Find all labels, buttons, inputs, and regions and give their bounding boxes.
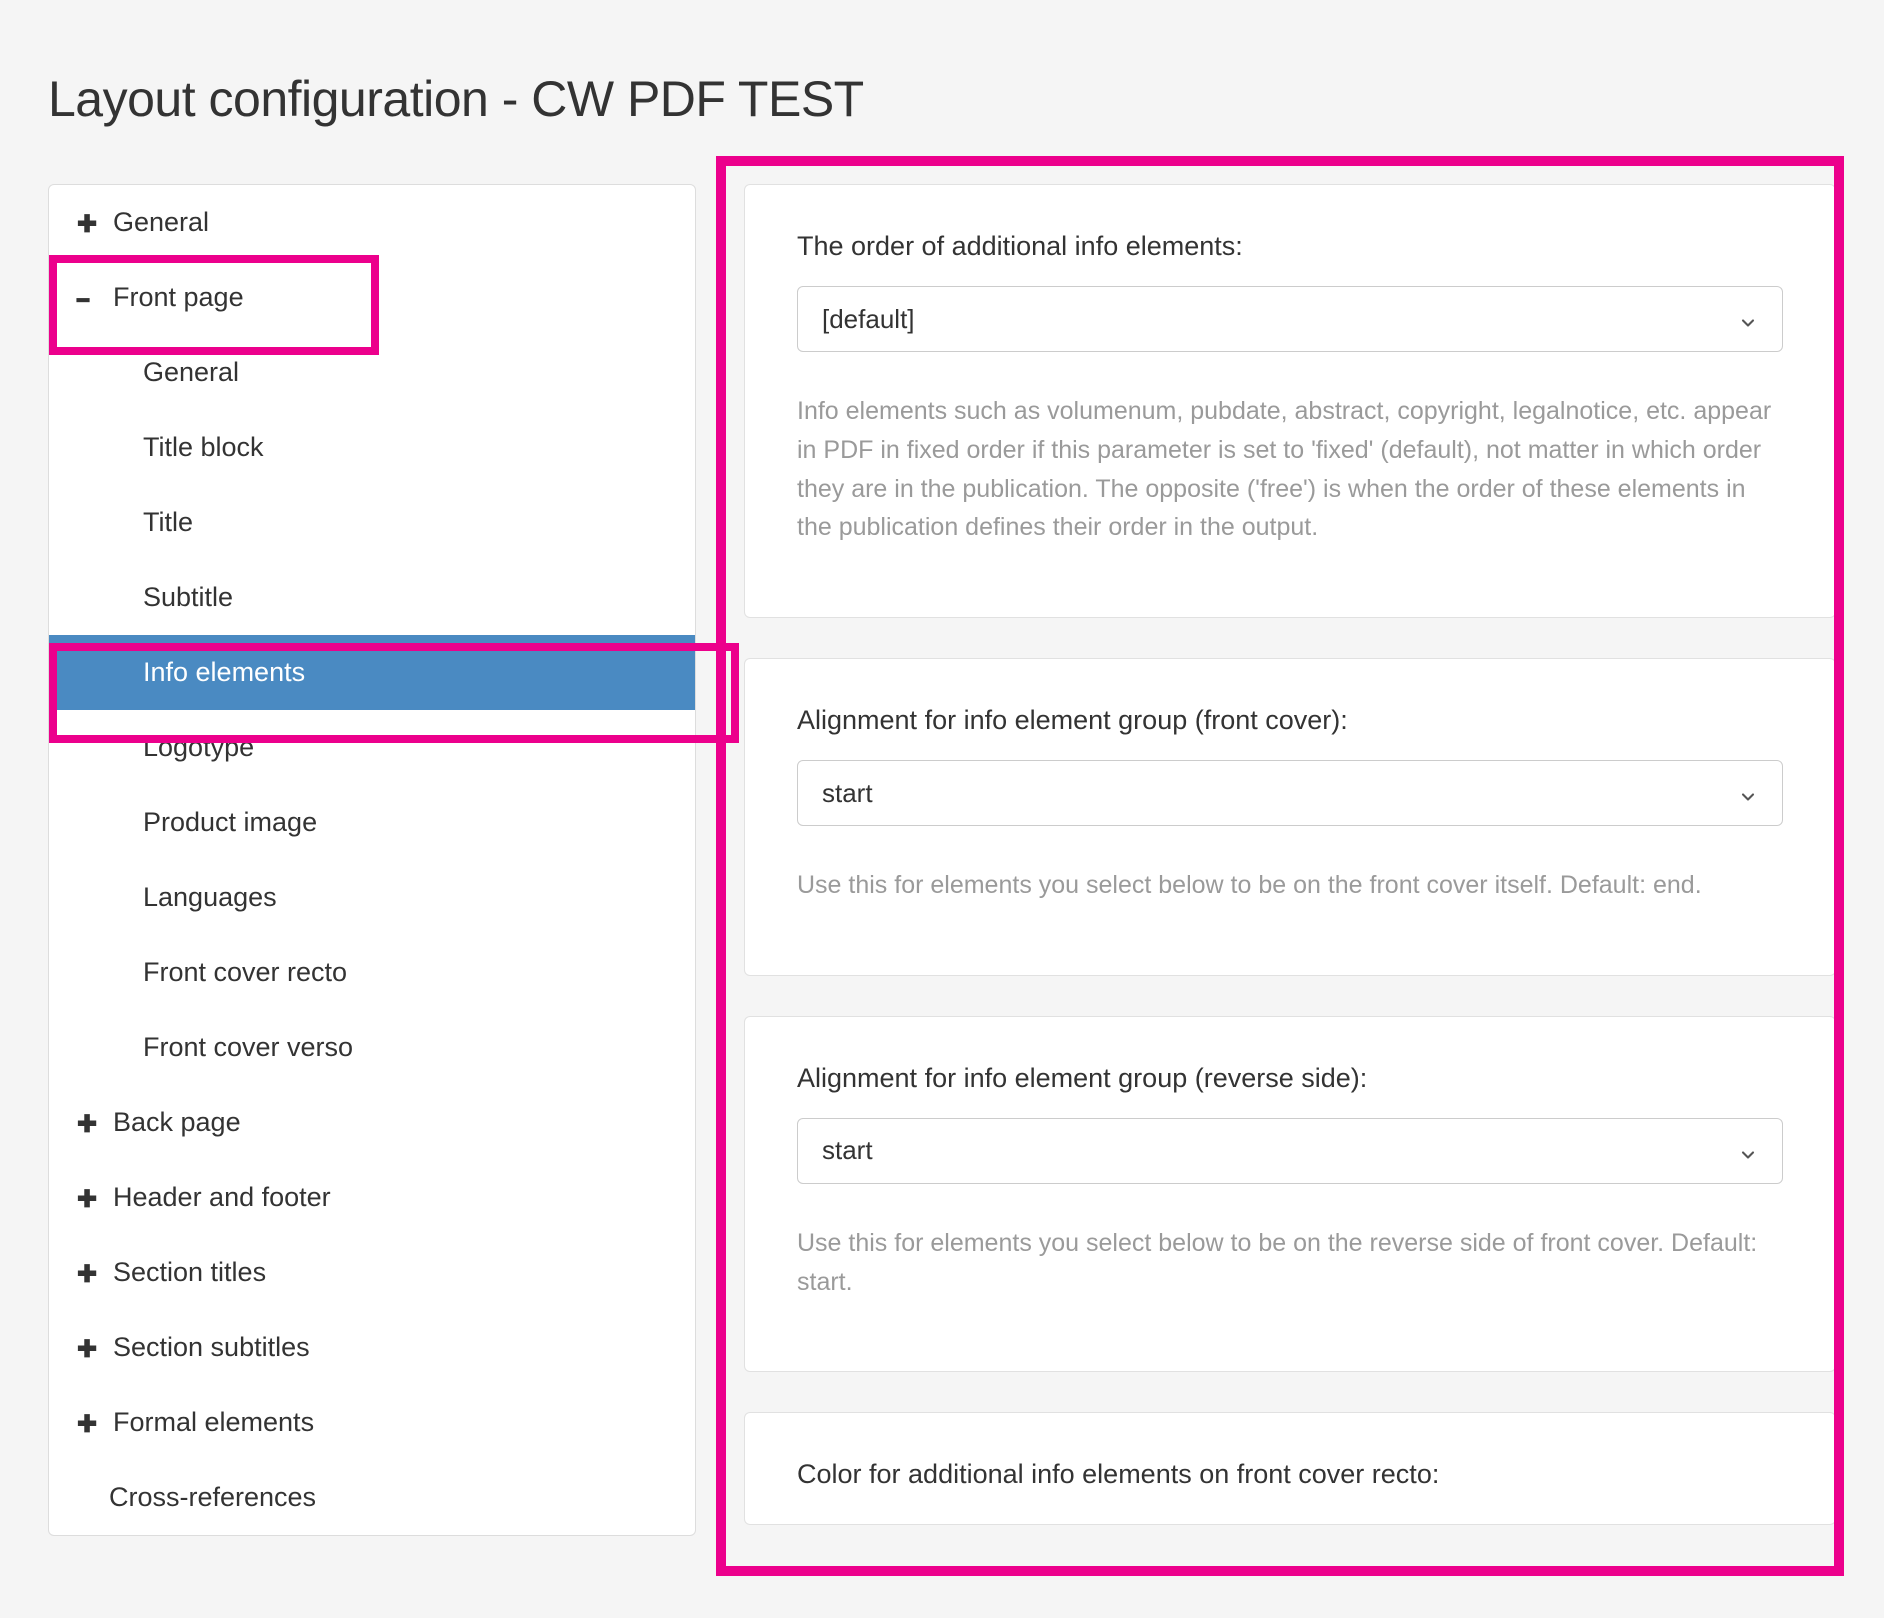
sidebar-item-label: Front cover verso	[143, 1032, 353, 1062]
select-value: start	[822, 778, 873, 809]
card-color-info-elements-recto: Color for additional info elements on fr…	[744, 1412, 1836, 1525]
page-title: Layout configuration - CW PDF TEST	[48, 70, 1836, 128]
select-alignment-reverse-side[interactable]: start	[797, 1118, 1783, 1184]
sidebar-sub-general[interactable]: General	[49, 335, 695, 410]
sidebar-item-cross-references[interactable]: Cross-references	[49, 1460, 695, 1535]
sidebar-sub-logotype[interactable]: Logotype	[49, 710, 695, 785]
select-value: start	[822, 1135, 873, 1166]
sidebar-item-formal-elements[interactable]: Formal elements	[49, 1385, 695, 1460]
chevron-down-icon	[1738, 783, 1758, 803]
sidebar-item-front-page[interactable]: Front page	[49, 260, 695, 335]
plus-icon	[77, 1183, 113, 1213]
plus-icon	[77, 1108, 113, 1138]
sidebar-sub-subtitle[interactable]: Subtitle	[49, 560, 695, 635]
select-alignment-front-cover[interactable]: start	[797, 760, 1783, 826]
main-panel: The order of additional info elements: […	[744, 184, 1836, 1565]
help-text: Info elements such as volumenum, pubdate…	[797, 392, 1783, 547]
sidebar-item-label: Info elements	[143, 657, 305, 687]
sidebar-item-label: Title block	[143, 432, 264, 462]
sidebar-sub-product-image[interactable]: Product image	[49, 785, 695, 860]
select-value: [default]	[822, 304, 915, 335]
sidebar-nav: General Front page General Title block T…	[48, 184, 696, 1536]
sidebar-sub-title[interactable]: Title	[49, 485, 695, 560]
sidebar-item-label: Front cover recto	[143, 957, 347, 987]
sidebar-item-label: Title	[143, 507, 193, 537]
minus-icon	[77, 283, 113, 313]
sidebar-item-section-titles[interactable]: Section titles	[49, 1235, 695, 1310]
sidebar-item-label: Back page	[113, 1107, 241, 1138]
help-text: Use this for elements you select below t…	[797, 866, 1783, 905]
sidebar-sub-title-block[interactable]: Title block	[49, 410, 695, 485]
sidebar-sub-info-elements[interactable]: Info elements	[49, 635, 695, 710]
sidebar-item-label: General	[113, 207, 209, 238]
sidebar-item-label: Product image	[143, 807, 317, 837]
sidebar-item-label: Section titles	[113, 1257, 266, 1288]
sidebar-item-section-subtitles[interactable]: Section subtitles	[49, 1310, 695, 1385]
field-label: Color for additional info elements on fr…	[797, 1459, 1783, 1490]
sidebar-item-general[interactable]: General	[49, 185, 695, 260]
sidebar-item-label: Front page	[113, 282, 244, 313]
field-label: Alignment for info element group (revers…	[797, 1063, 1783, 1094]
card-order-info-elements: The order of additional info elements: […	[744, 184, 1836, 618]
sidebar-item-label: Formal elements	[113, 1407, 314, 1438]
sidebar-sub-front-cover-verso[interactable]: Front cover verso	[49, 1010, 695, 1085]
sidebar-item-label: Subtitle	[143, 582, 233, 612]
field-label: The order of additional info elements:	[797, 231, 1783, 262]
chevron-down-icon	[1738, 309, 1758, 329]
sidebar-sub-front-cover-recto[interactable]: Front cover recto	[49, 935, 695, 1010]
sidebar-item-label: Languages	[143, 882, 277, 912]
sidebar-item-header-footer[interactable]: Header and footer	[49, 1160, 695, 1235]
plus-icon	[77, 1258, 113, 1288]
card-alignment-reverse-side: Alignment for info element group (revers…	[744, 1016, 1836, 1373]
sidebar-item-label: Logotype	[143, 732, 254, 762]
sidebar-item-label: General	[143, 357, 239, 387]
card-alignment-front-cover: Alignment for info element group (front …	[744, 658, 1836, 976]
sidebar-item-label: Section subtitles	[113, 1332, 310, 1363]
chevron-down-icon	[1738, 1141, 1758, 1161]
sidebar-item-label: Cross-references	[109, 1482, 316, 1512]
plus-icon	[77, 1333, 113, 1363]
field-label: Alignment for info element group (front …	[797, 705, 1783, 736]
sidebar-sub-languages[interactable]: Languages	[49, 860, 695, 935]
plus-icon	[77, 1408, 113, 1438]
sidebar-item-label: Header and footer	[113, 1182, 331, 1213]
help-text: Use this for elements you select below t…	[797, 1224, 1783, 1302]
sidebar-item-back-page[interactable]: Back page	[49, 1085, 695, 1160]
select-order-info-elements[interactable]: [default]	[797, 286, 1783, 352]
plus-icon	[77, 208, 113, 238]
